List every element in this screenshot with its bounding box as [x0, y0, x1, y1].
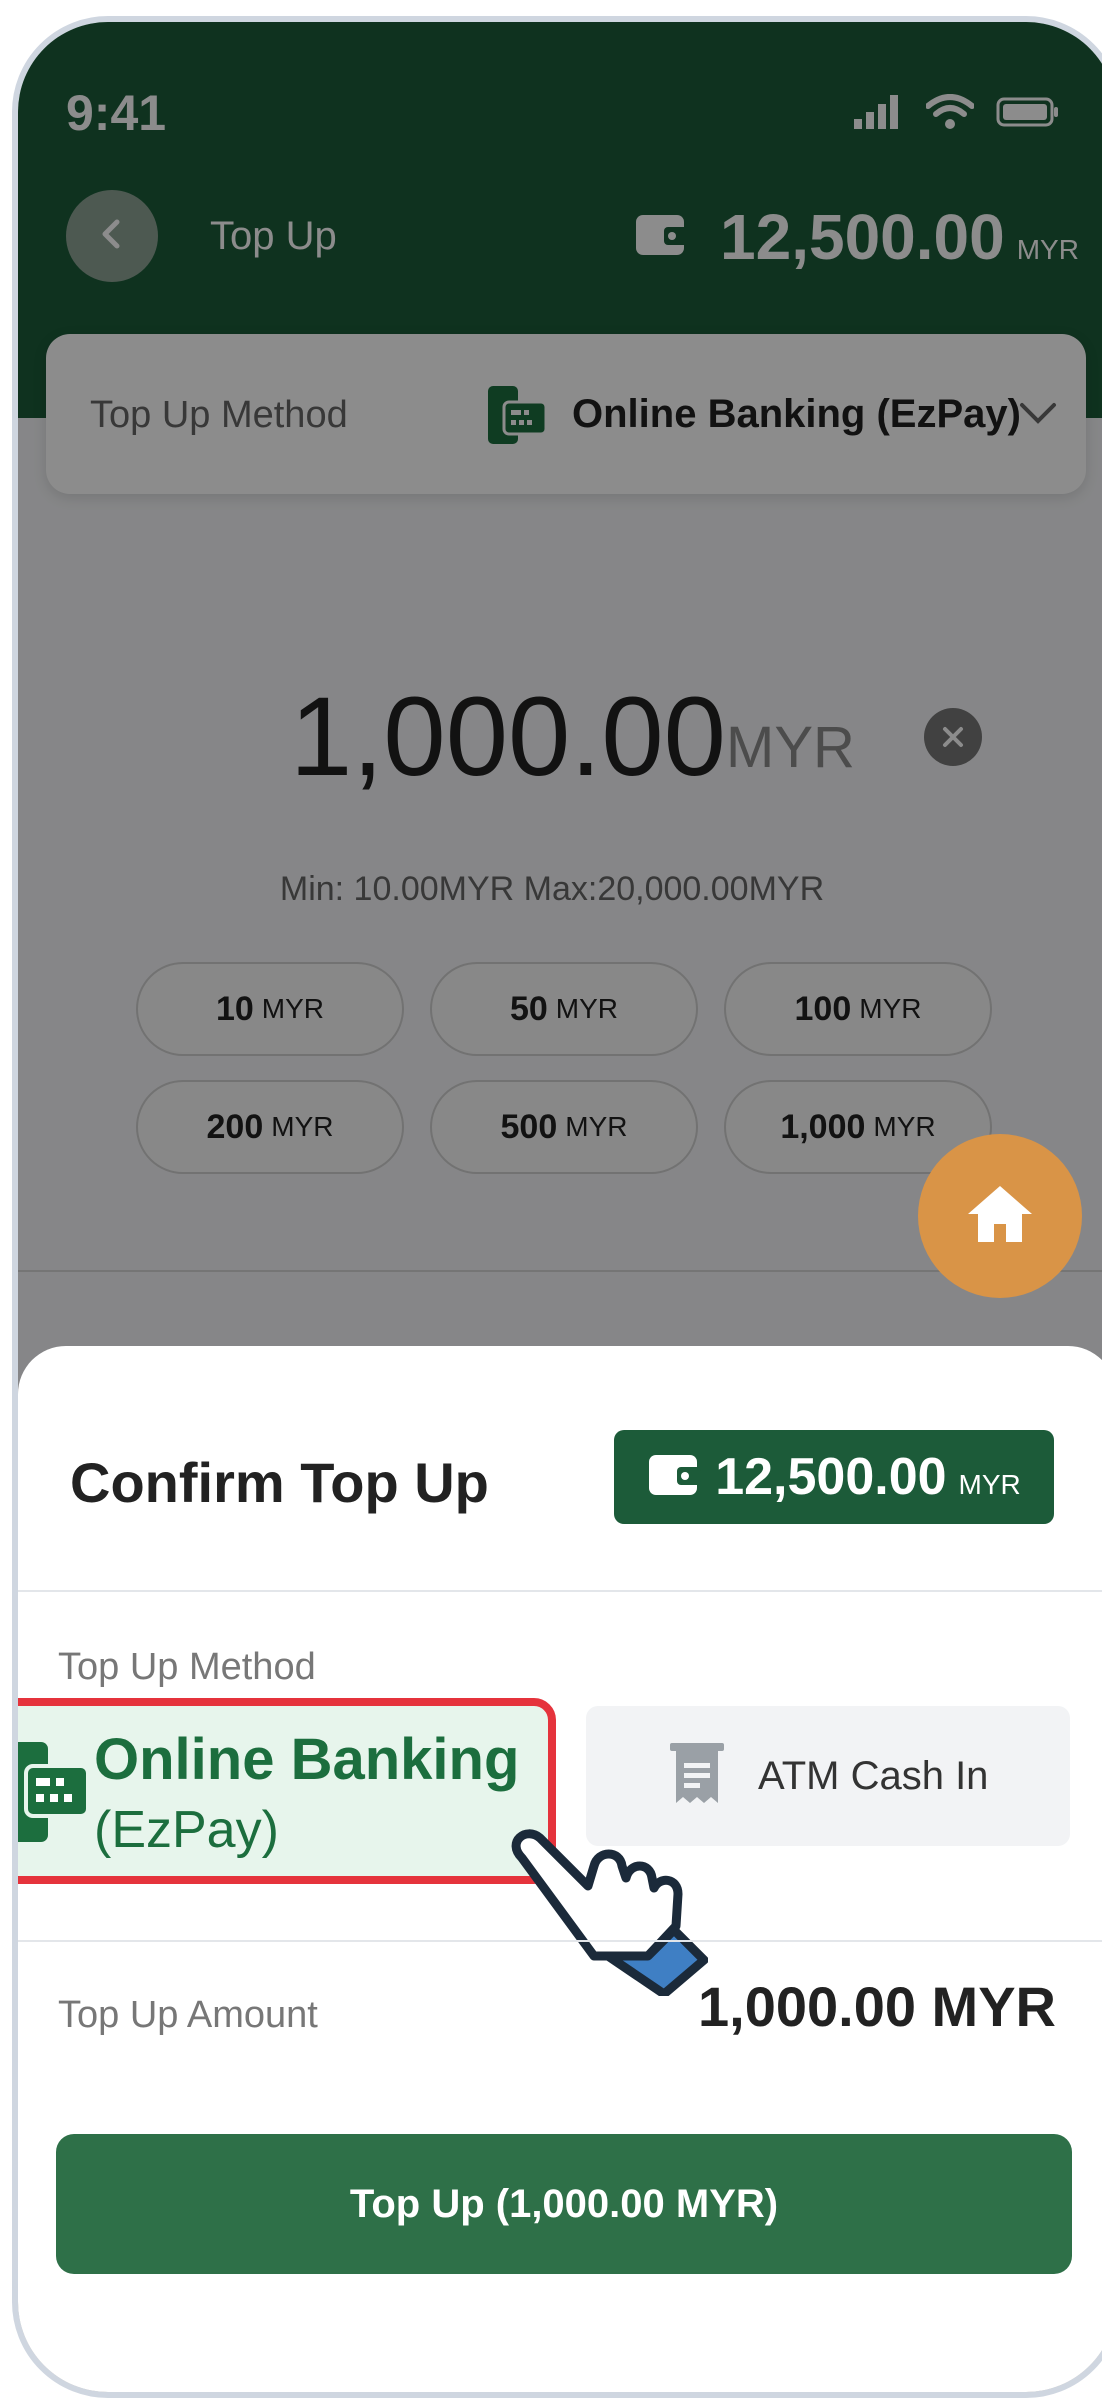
- phone-frame: 9:41 Top Up 12,500.00 MYR Top Up Method …: [12, 16, 1102, 2398]
- method-option-subtitle: (EzPay): [94, 1801, 279, 1859]
- hand-pointer-icon: [498, 1806, 709, 2001]
- home-button[interactable]: [918, 1134, 1082, 1298]
- sheet-title: Confirm Top Up: [70, 1451, 489, 1514]
- amount-label: Top Up Amount: [58, 1994, 318, 2036]
- confirm-top-up-button[interactable]: Top Up (1,000.00 MYR): [56, 2134, 1072, 2274]
- divider: [18, 1590, 1102, 1592]
- home-icon: [964, 1182, 1036, 1251]
- confirm-sheet: Confirm Top Up 12,500.00 MYR Top Up Meth…: [18, 1346, 1102, 2392]
- sheet-balance-currency: MYR: [958, 1469, 1021, 1500]
- wallet-icon: [647, 1451, 703, 1504]
- method-option-label: ATM Cash In: [758, 1753, 989, 1798]
- method-option-title: Online Banking: [94, 1727, 520, 1792]
- method-option-online-banking[interactable]: Online Banking (EzPay): [18, 1698, 556, 1884]
- sheet-balance-amount: 12,500.00: [715, 1448, 947, 1506]
- card-terminal-icon: [18, 1738, 90, 1853]
- screen: 9:41 Top Up 12,500.00 MYR Top Up Method …: [18, 22, 1102, 2392]
- method-label: Top Up Method: [58, 1646, 316, 1688]
- amount-value: 1,000.00 MYR: [698, 1975, 1056, 2038]
- divider: [18, 1940, 1102, 1942]
- sheet-balance: 12,500.00 MYR: [614, 1430, 1054, 1524]
- receipt-icon: [668, 1741, 726, 1812]
